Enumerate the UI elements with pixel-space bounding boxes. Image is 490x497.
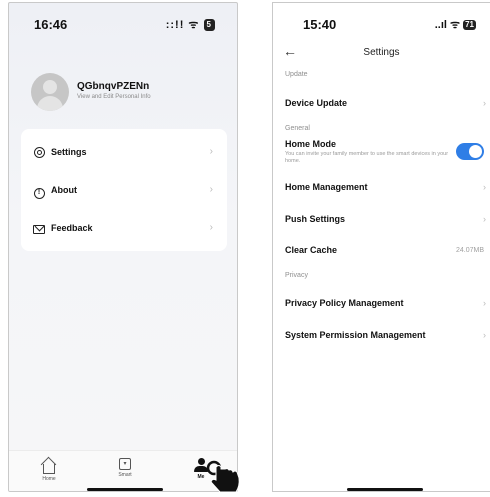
menu-item-settings[interactable]: Settings › — [21, 135, 227, 173]
menu-card: Settings › ! About › Feedback › — [21, 129, 227, 251]
status-time: 15:40 — [303, 17, 337, 32]
chevron-right-icon: › — [209, 222, 213, 233]
signal-wifi-icon: ..ıl ᯤ — [434, 19, 461, 31]
status-time: 16:46 — [34, 17, 68, 32]
hand-cursor-icon — [206, 460, 240, 493]
menu-item-about[interactable]: ! About › — [21, 173, 227, 211]
home-indicator — [347, 488, 423, 491]
home-indicator — [87, 488, 163, 491]
gear-icon — [33, 147, 45, 159]
section-update: Update — [285, 71, 308, 78]
cache-size: 24.07MB — [455, 247, 484, 254]
mail-icon — [33, 223, 45, 235]
profile-header[interactable]: QGbnqvPZENn View and Edit Personal Info — [31, 73, 221, 113]
tab-label: Home — [42, 476, 56, 482]
status-icons: ::!! ᯤ 5 — [166, 17, 215, 32]
tab-label: Smart — [118, 472, 132, 478]
menu-item-feedback[interactable]: Feedback › — [21, 211, 227, 249]
status-icons: ..ıl ᯤ 71 — [435, 17, 476, 32]
home-icon — [43, 464, 55, 474]
battery-icon: 5 — [203, 19, 215, 31]
tab-bar: Home ▾ Smart Me — [9, 450, 237, 491]
signal-wifi-icon: ::!! ᯤ — [165, 19, 200, 31]
tab-home[interactable]: Home — [29, 458, 69, 482]
chevron-right-icon: › — [483, 330, 486, 340]
smart-icon: ▾ — [119, 458, 131, 470]
avatar[interactable] — [31, 73, 69, 111]
chevron-right-icon: › — [209, 184, 213, 195]
row-label: Push Settings — [285, 214, 346, 224]
menu-item-label: Settings — [51, 147, 87, 157]
me-screen: 16:46 ::!! ᯤ 5 QGbnqvPZENn View and Edit… — [8, 2, 238, 492]
chevron-right-icon: › — [483, 298, 486, 308]
chevron-right-icon: › — [483, 98, 486, 108]
settings-screen: 15:40 ..ıl ᯤ 71 ← Settings Update Device… — [272, 2, 490, 492]
status-bar: 16:46 ::!! ᯤ 5 — [9, 3, 237, 35]
info-icon: ! — [33, 185, 45, 199]
chevron-right-icon: › — [483, 182, 486, 192]
menu-item-label: Feedback — [51, 223, 93, 233]
row-label: Home Mode — [285, 139, 337, 149]
page-title: Settings — [363, 47, 400, 58]
row-label: Device Update — [285, 98, 348, 108]
row-label: Home Management — [285, 182, 368, 192]
profile-subtitle: View and Edit Personal Info — [77, 94, 151, 100]
chevron-right-icon: › — [209, 146, 213, 157]
row-label: Privacy Policy Management — [285, 298, 404, 308]
row-label: System Permission Management — [285, 330, 426, 340]
profile-name: QGbnqvPZENn — [77, 81, 150, 92]
menu-item-label: About — [51, 185, 77, 195]
home-mode-toggle[interactable] — [456, 143, 484, 160]
section-privacy: Privacy — [285, 272, 308, 279]
tab-smart[interactable]: ▾ Smart — [105, 458, 145, 478]
row-label: Clear Cache — [285, 245, 338, 255]
chevron-right-icon: › — [483, 214, 486, 224]
battery-icon: 71 — [463, 20, 476, 30]
section-general: General — [285, 125, 310, 132]
row-description: You can invite your family member to use… — [285, 151, 449, 164]
